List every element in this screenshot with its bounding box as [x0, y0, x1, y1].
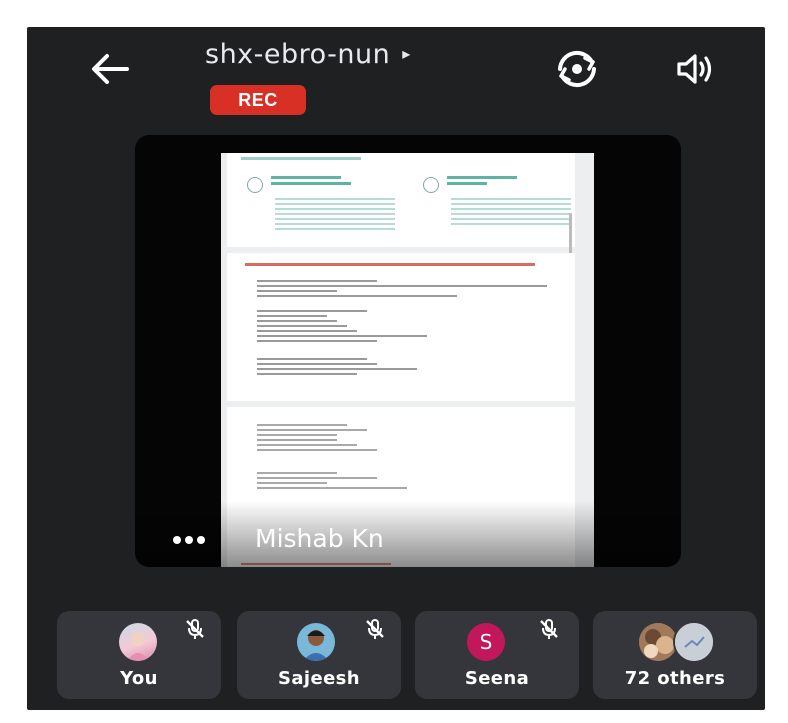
participant-name: 72 others [624, 668, 726, 689]
participant-name: Seena [464, 668, 530, 689]
avatar: S [467, 623, 505, 661]
document-page [227, 153, 575, 263]
avatar [119, 623, 157, 661]
participant-name: You [120, 668, 158, 689]
arrow-left-icon[interactable] [87, 51, 131, 87]
mic-off-icon [540, 619, 558, 639]
participant-tile-seena[interactable]: S Seena [415, 611, 579, 699]
meeting-code: shx-ebro-nun [205, 39, 391, 70]
mic-off-icon [186, 619, 204, 639]
participant-tile-sajeesh[interactable]: Sajeesh [237, 611, 401, 699]
presenter-tile[interactable]: Mishab Kn [135, 135, 681, 567]
participant-name: Sajeesh [277, 668, 361, 689]
avatar [673, 621, 715, 663]
meeting-title[interactable]: shx-ebro-nun ▸ [205, 39, 411, 70]
camera-flip-icon[interactable] [552, 49, 602, 89]
avatar [297, 623, 335, 661]
recording-badge: REC [210, 85, 306, 115]
participant-tile-you[interactable]: You [57, 611, 221, 699]
document-page [227, 253, 575, 401]
meeting-screen: shx-ebro-nun ▸ REC Mishab Kn You Sajeesh… [27, 27, 765, 710]
speaker-icon[interactable] [675, 51, 715, 87]
more-options-icon[interactable] [173, 531, 221, 545]
chevron-right-icon: ▸ [402, 44, 411, 63]
avatar [639, 623, 677, 661]
participant-tile-others[interactable]: 72 others [593, 611, 757, 699]
mic-off-icon [366, 619, 384, 639]
presenter-name: Mishab Kn [255, 524, 384, 553]
